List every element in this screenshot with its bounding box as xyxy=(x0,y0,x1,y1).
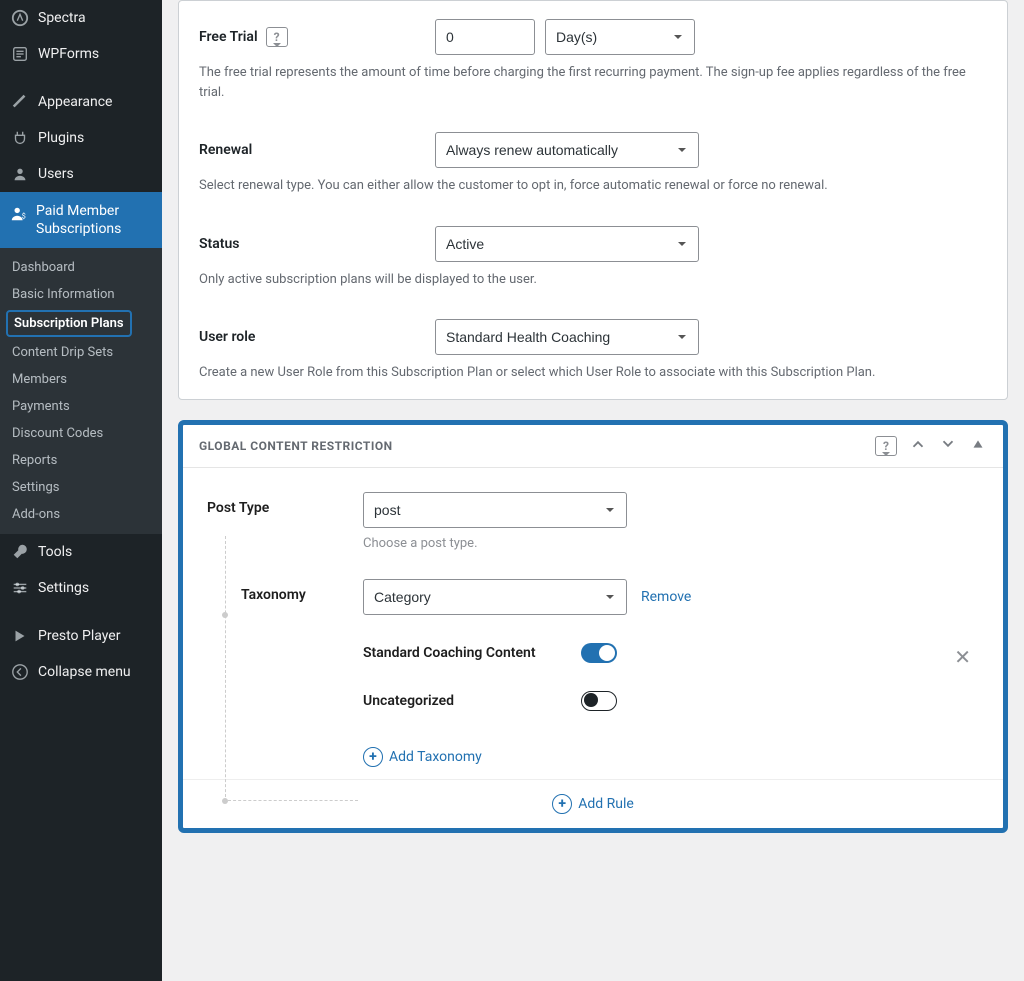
term-row-standard: Standard Coaching Content xyxy=(363,643,979,663)
free-trial-row: Free Trial ? Day(s) xyxy=(199,19,987,55)
free-trial-input[interactable] xyxy=(435,19,535,55)
sidebar-item-settings[interactable]: Settings xyxy=(0,570,162,606)
sidebar-item-label: Tools xyxy=(38,544,72,560)
submenu-reports[interactable]: Reports xyxy=(0,447,162,474)
term-toggle-uncat[interactable] xyxy=(581,691,617,711)
sidebar-item-users[interactable]: Users xyxy=(0,156,162,192)
presto-icon xyxy=(10,626,30,646)
user-role-label: User role xyxy=(199,329,255,345)
user-role-row: User role Standard Health Coaching xyxy=(199,319,987,355)
status-row: Status Active xyxy=(199,226,987,262)
tree-line xyxy=(228,800,358,801)
sliders-icon xyxy=(10,578,30,598)
post-type-select[interactable]: post xyxy=(363,492,627,528)
user-role-helper: Create a new User Role from this Subscri… xyxy=(199,363,987,383)
main-content: Free Trial ? Day(s) The free trial repre… xyxy=(162,0,1024,981)
free-trial-label: Free Trial xyxy=(199,29,258,45)
taxonomy-row: Taxonomy Category Remove Standard Coachi… xyxy=(207,579,979,711)
post-type-row: Post Type post Choose a post type. xyxy=(207,492,979,551)
add-rule-label: Add Rule xyxy=(578,796,634,812)
term-label: Standard Coaching Content xyxy=(363,645,581,661)
brush-icon xyxy=(10,92,30,112)
submenu-addons[interactable]: Add-ons xyxy=(0,501,162,528)
renewal-label: Renewal xyxy=(199,142,252,158)
spectra-icon xyxy=(10,8,30,28)
sidebar-item-label: Appearance xyxy=(38,94,112,110)
submenu-basic-info[interactable]: Basic Information xyxy=(0,281,162,308)
sidebar-item-spectra[interactable]: Spectra xyxy=(0,0,162,36)
user-icon xyxy=(10,164,30,184)
sidebar-item-pms[interactable]: $ Paid Member Subscriptions xyxy=(0,192,162,248)
submenu-settings[interactable]: Settings xyxy=(0,474,162,501)
sidebar-item-label: Collapse menu xyxy=(38,664,131,680)
taxonomy-select[interactable]: Category xyxy=(363,579,627,615)
post-type-label: Post Type xyxy=(207,500,269,516)
add-rule-link[interactable]: + Add Rule xyxy=(552,794,634,814)
free-trial-unit-select[interactable]: Day(s) xyxy=(545,19,695,55)
submenu-dashboard[interactable]: Dashboard xyxy=(0,254,162,281)
submenu-members[interactable]: Members xyxy=(0,366,162,393)
renewal-row: Renewal Always renew automatically xyxy=(199,132,987,168)
chevron-down-icon[interactable] xyxy=(939,435,957,457)
pms-icon: $ xyxy=(10,204,28,224)
subscription-settings-panel: Free Trial ? Day(s) The free trial repre… xyxy=(178,0,1008,400)
gcr-title: GLOBAL CONTENT RESTRICTION xyxy=(199,439,393,453)
status-label: Status xyxy=(199,236,239,252)
term-row-uncat: Uncategorized xyxy=(363,691,979,711)
sidebar-item-tools[interactable]: Tools xyxy=(0,534,162,570)
taxonomy-label: Taxonomy xyxy=(241,587,306,603)
tree-node-dot xyxy=(222,798,228,804)
submenu-content-drip[interactable]: Content Drip Sets xyxy=(0,339,162,366)
sidebar-item-collapse[interactable]: Collapse menu xyxy=(0,654,162,690)
sidebar-item-wpforms[interactable]: WPForms xyxy=(0,36,162,72)
add-taxonomy-label: Add Taxonomy xyxy=(389,749,482,765)
svg-text:$: $ xyxy=(22,212,26,221)
sidebar-item-label: Users xyxy=(38,166,74,182)
help-icon[interactable]: ? xyxy=(266,27,288,47)
free-trial-helper: The free trial represents the amount of … xyxy=(199,63,987,102)
wrench-icon xyxy=(10,542,30,562)
renewal-select[interactable]: Always renew automatically xyxy=(435,132,699,168)
sidebar-item-label: Plugins xyxy=(38,130,84,146)
plug-icon xyxy=(10,128,30,148)
status-helper: Only active subscription plans will be d… xyxy=(199,270,987,290)
sidebar-submenu: Dashboard Basic Information Subscription… xyxy=(0,248,162,534)
help-icon[interactable]: ? xyxy=(875,436,897,456)
submenu-payments[interactable]: Payments xyxy=(0,393,162,420)
close-rule-icon[interactable]: ✕ xyxy=(954,645,971,669)
sidebar-item-label: Paid Member Subscriptions xyxy=(36,202,152,238)
plus-circle-icon: + xyxy=(552,794,572,814)
admin-sidebar: Spectra WPForms Appearance Plugins Users… xyxy=(0,0,162,981)
post-type-helper: Choose a post type. xyxy=(363,536,979,551)
gcr-footer: + Add Rule xyxy=(183,779,1003,828)
sidebar-item-label: Spectra xyxy=(38,10,86,26)
chevron-up-icon[interactable] xyxy=(909,435,927,457)
sidebar-item-label: Settings xyxy=(38,580,89,596)
triangle-up-icon[interactable] xyxy=(969,435,987,457)
sidebar-item-plugins[interactable]: Plugins xyxy=(0,120,162,156)
global-content-restriction-panel: GLOBAL CONTENT RESTRICTION ? Post Type xyxy=(178,420,1008,833)
remove-taxonomy-link[interactable]: Remove xyxy=(641,589,691,605)
status-select[interactable]: Active xyxy=(435,226,699,262)
sidebar-item-presto[interactable]: Presto Player xyxy=(0,618,162,654)
gcr-body: Post Type post Choose a post type. Taxon… xyxy=(183,468,1003,779)
user-role-select[interactable]: Standard Health Coaching xyxy=(435,319,699,355)
add-taxonomy-link[interactable]: + Add Taxonomy xyxy=(363,747,482,767)
plus-circle-icon: + xyxy=(363,747,383,767)
sidebar-item-appearance[interactable]: Appearance xyxy=(0,84,162,120)
sidebar-item-label: Presto Player xyxy=(38,628,120,644)
wpforms-icon xyxy=(10,44,30,64)
collapse-icon xyxy=(10,662,30,682)
term-toggle-standard[interactable] xyxy=(581,643,617,663)
renewal-helper: Select renewal type. You can either allo… xyxy=(199,176,987,196)
submenu-discount-codes[interactable]: Discount Codes xyxy=(0,420,162,447)
submenu-subscription-plans[interactable]: Subscription Plans xyxy=(6,310,132,337)
term-label: Uncategorized xyxy=(363,693,581,709)
sidebar-item-label: WPForms xyxy=(38,46,99,62)
gcr-header: GLOBAL CONTENT RESTRICTION ? xyxy=(183,425,1003,468)
